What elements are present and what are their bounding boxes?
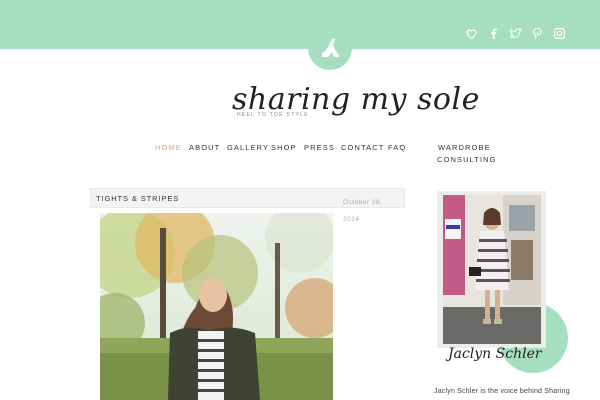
top-bar [0, 0, 600, 49]
nav-wardrobe[interactable]: WARDROBE [438, 142, 491, 154]
post-date: October 28, 2014 [343, 194, 388, 228]
nav-about[interactable]: ABOUT [189, 142, 220, 154]
high-heel-icon [322, 38, 339, 57]
high-heel-badge [308, 26, 352, 70]
nav-gallery[interactable]: GALLERY [227, 142, 269, 154]
instagram-icon[interactable] [553, 27, 566, 40]
main-nav: HOME ABOUT GALLERY SHOP PRESS CONTACT FA… [0, 142, 600, 172]
sidebar-author-photo[interactable] [443, 195, 541, 344]
facebook-icon[interactable] [487, 27, 500, 40]
post-title[interactable]: TIGHTS & STRIPES [96, 194, 179, 203]
author-bio: Jaclyn Schler is the voice behind Sharin… [434, 388, 570, 395]
pinterest-icon[interactable] [531, 27, 544, 40]
twitter-icon[interactable] [509, 27, 522, 40]
nav-faq[interactable]: FAQ [388, 142, 406, 154]
nav-shop[interactable]: SHOP [271, 142, 297, 154]
post-date-line1: October 28, [343, 199, 383, 206]
nav-contact[interactable]: CONTACT [341, 142, 384, 154]
post-date-line2: 2014 [343, 216, 360, 223]
heart-icon[interactable] [465, 27, 478, 40]
logo-tagline: HEEL TO TOE STYLE [237, 112, 309, 118]
post-photo[interactable] [100, 213, 333, 400]
site-logo[interactable]: sharing my sole HEEL TO TOE STYLE [228, 78, 479, 130]
nav-press[interactable]: PRESS [304, 142, 335, 154]
nav-home[interactable]: HOME [155, 142, 182, 154]
author-signature: Jaclyn Schler [448, 346, 542, 362]
nav-consulting[interactable]: CONSULTING [437, 154, 497, 166]
social-links [465, 27, 566, 40]
